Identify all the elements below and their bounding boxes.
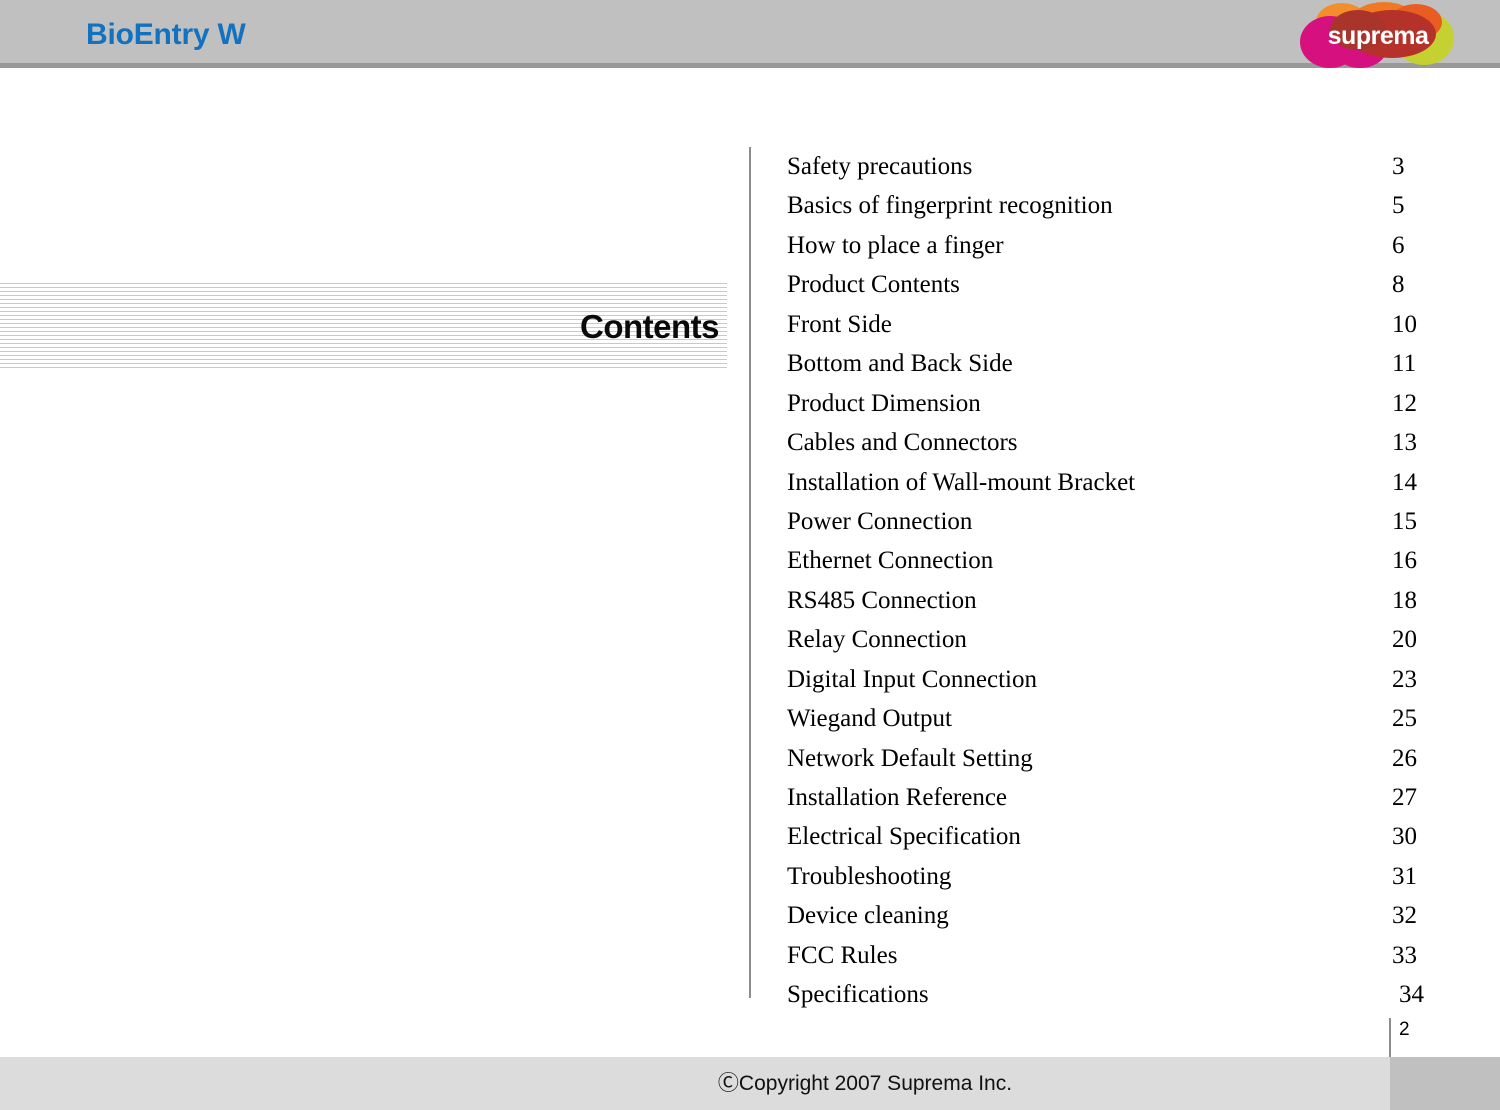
toc-entry-label: FCC Rules [787,941,898,969]
page-footer: ⒸCopyright 2007 Suprema Inc. [0,1057,1500,1110]
footer-dark-block [1390,1057,1500,1110]
toc-entry[interactable]: Installation Reference 27 [751,778,1439,817]
toc-entry-label: Digital Input Connection [787,665,1037,693]
toc-entry-label: Bottom and Back Side [787,350,1013,378]
toc-entry[interactable]: Cables and Connectors 13 [751,423,1439,462]
toc-entry[interactable]: RS485 Connection 18 [751,581,1439,620]
toc-entry-page: 8 [1392,271,1405,299]
toc-entry-page: 20 [1392,626,1417,654]
toc-entry[interactable]: Troubleshooting 31 [751,857,1439,896]
contents-heading-band: Contents [0,283,727,371]
toc-entry[interactable]: Product Contents 8 [751,265,1439,304]
toc-entry[interactable]: Basics of fingerprint recognition 5 [751,186,1439,225]
toc-entry-label: RS485 Connection [787,586,977,614]
toc-entry-label: Ethernet Connection [787,547,994,575]
toc-entry-label: Installation of Wall-mount Bracket [787,468,1136,496]
toc-entry-label: Wiegand Output [787,705,952,733]
toc-entry-label: Cables and Connectors [787,429,1018,457]
toc-entry-page: 14 [1392,468,1417,496]
toc-list: Safety precautions 3 Basics of fingerprint… [751,147,1439,1015]
copyright-text: ⒸCopyright 2007 Suprema Inc. [717,1072,1013,1095]
toc-entry-page: 34 [1399,981,1424,1009]
toc-entry[interactable]: FCC Rules 33 [751,936,1439,975]
toc-entry[interactable]: Front Side 10 [751,305,1439,344]
toc-entry-page: 30 [1392,823,1417,851]
toc-entry[interactable]: How to place a finger 6 [751,226,1439,265]
toc-entry-page: 3 [1392,153,1405,180]
toc-entry-page: 13 [1392,429,1417,457]
toc-entry[interactable]: Bottom and Back Side 11 [751,344,1439,383]
toc-entry[interactable]: Wiegand Output 25 [751,699,1439,738]
suprema-logo-svg: suprema [1300,2,1454,68]
toc-entry-label: Basics of fingerprint recognition [787,192,1113,220]
toc-entry-page: 10 [1392,310,1417,338]
toc-entry-page: 27 [1392,784,1417,811]
toc-entry-label: Relay Connection [787,626,967,654]
toc-entry-label: How to place a finger [787,231,1004,259]
toc-entry-label: Power Connection [787,507,973,535]
toc-entry-page: 5 [1392,192,1405,220]
suprema-logo: suprema [1296,2,1462,68]
page-title: BioEntry W [86,18,246,51]
toc-entry[interactable]: Specifications 34 [751,975,1439,1014]
toc-entry[interactable]: Electrical Specification 30 [751,817,1439,856]
toc-entry[interactable]: Device cleaning 32 [751,896,1439,935]
toc-entry-page: 26 [1392,744,1417,772]
toc-entry[interactable]: Safety precautions 3 [751,147,1439,186]
toc-entry-page: 15 [1392,507,1417,535]
page-number: 2 [1399,1019,1410,1040]
toc-entry[interactable]: Power Connection 15 [751,502,1439,541]
toc-entry-page: 16 [1392,547,1417,575]
toc-entry[interactable]: Installation of Wall-mount Bracket 14 [751,463,1439,502]
toc-entry[interactable]: Network Default Setting 26 [751,739,1439,778]
toc-entry-label: Front Side [787,310,892,338]
toc-entry-page: 33 [1392,941,1417,969]
contents-heading: Contents [580,308,720,345]
toc-entry[interactable]: Ethernet Connection 16 [751,541,1439,580]
toc-entry-page: 32 [1392,902,1417,930]
page-number-divider [1389,1018,1391,1057]
toc-entry[interactable]: Product Dimension 12 [751,384,1439,423]
toc-entry-page: 18 [1392,586,1417,614]
toc-entry-label: Product Dimension [787,389,981,417]
toc-entry-page: 25 [1392,705,1417,733]
toc-entry-page: 11 [1392,350,1417,378]
toc-entry-label: Troubleshooting [787,862,952,890]
toc-entry[interactable]: Digital Input Connection 23 [751,660,1439,699]
logo-wordmark: suprema [1328,22,1430,50]
toc-entry-page: 6 [1392,231,1405,259]
toc-entry-label: Network Default Setting [787,744,1033,772]
page-header: BioEntry W suprema [0,0,1500,68]
toc-entry[interactable]: Relay Connection 20 [751,620,1439,659]
toc-entry-page: 12 [1392,389,1417,417]
toc-entry-label: Electrical Specification [787,823,1021,851]
toc-entry-label: Device cleaning [787,902,949,930]
toc-entry-label: Product Contents [787,271,960,299]
toc-entry-label: Specifications [787,981,929,1009]
toc-entry-page: 31 [1392,862,1417,890]
table-of-contents: Safety precautions 3 Basics of fingerprint… [749,147,1439,1008]
toc-entry-page: 23 [1392,665,1417,693]
toc-entry-label: Safety precautions [787,153,973,180]
toc-entry-label: Installation Reference [787,784,1008,811]
